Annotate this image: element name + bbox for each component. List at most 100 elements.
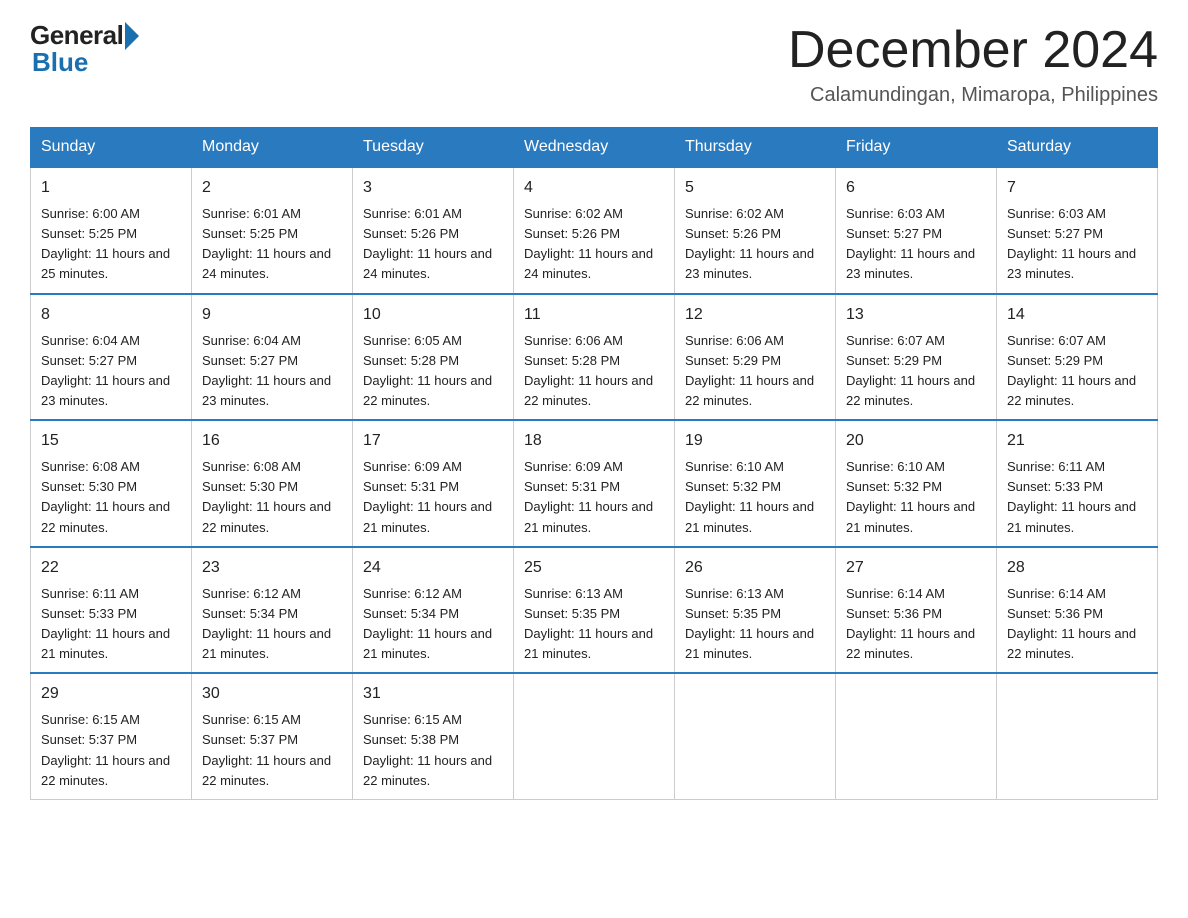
day-info: Sunrise: 6:10 AMSunset: 5:32 PMDaylight:…: [685, 459, 814, 534]
calendar-day-cell: 5 Sunrise: 6:02 AMSunset: 5:26 PMDayligh…: [675, 167, 836, 294]
calendar-table: SundayMondayTuesdayWednesdayThursdayFrid…: [30, 127, 1158, 800]
calendar-week-row: 22 Sunrise: 6:11 AMSunset: 5:33 PMDaylig…: [31, 547, 1158, 674]
calendar-day-cell: 6 Sunrise: 6:03 AMSunset: 5:27 PMDayligh…: [836, 167, 997, 294]
day-number: 12: [685, 303, 825, 327]
calendar-day-cell: 24 Sunrise: 6:12 AMSunset: 5:34 PMDaylig…: [353, 547, 514, 674]
calendar-day-cell: 10 Sunrise: 6:05 AMSunset: 5:28 PMDaylig…: [353, 294, 514, 421]
calendar-day-cell: 15 Sunrise: 6:08 AMSunset: 5:30 PMDaylig…: [31, 420, 192, 547]
calendar-day-cell: 8 Sunrise: 6:04 AMSunset: 5:27 PMDayligh…: [31, 294, 192, 421]
day-info: Sunrise: 6:13 AMSunset: 5:35 PMDaylight:…: [524, 586, 653, 661]
day-number: 28: [1007, 556, 1147, 580]
day-number: 23: [202, 556, 342, 580]
day-info: Sunrise: 6:13 AMSunset: 5:35 PMDaylight:…: [685, 586, 814, 661]
calendar-day-cell: 16 Sunrise: 6:08 AMSunset: 5:30 PMDaylig…: [192, 420, 353, 547]
day-info: Sunrise: 6:06 AMSunset: 5:29 PMDaylight:…: [685, 333, 814, 408]
weekday-header-tuesday: Tuesday: [353, 128, 514, 168]
day-info: Sunrise: 6:04 AMSunset: 5:27 PMDaylight:…: [202, 333, 331, 408]
day-info: Sunrise: 6:06 AMSunset: 5:28 PMDaylight:…: [524, 333, 653, 408]
day-number: 7: [1007, 176, 1147, 200]
calendar-empty-cell: [836, 673, 997, 799]
day-number: 18: [524, 429, 664, 453]
calendar-day-cell: 14 Sunrise: 6:07 AMSunset: 5:29 PMDaylig…: [997, 294, 1158, 421]
calendar-day-cell: 31 Sunrise: 6:15 AMSunset: 5:38 PMDaylig…: [353, 673, 514, 799]
calendar-day-cell: 9 Sunrise: 6:04 AMSunset: 5:27 PMDayligh…: [192, 294, 353, 421]
day-info: Sunrise: 6:07 AMSunset: 5:29 PMDaylight:…: [1007, 333, 1136, 408]
weekday-header-saturday: Saturday: [997, 128, 1158, 168]
day-info: Sunrise: 6:03 AMSunset: 5:27 PMDaylight:…: [846, 206, 975, 281]
day-number: 13: [846, 303, 986, 327]
day-info: Sunrise: 6:08 AMSunset: 5:30 PMDaylight:…: [202, 459, 331, 534]
day-number: 26: [685, 556, 825, 580]
day-number: 31: [363, 682, 503, 706]
logo: General Blue: [30, 20, 139, 78]
day-number: 11: [524, 303, 664, 327]
day-info: Sunrise: 6:07 AMSunset: 5:29 PMDaylight:…: [846, 333, 975, 408]
calendar-day-cell: 19 Sunrise: 6:10 AMSunset: 5:32 PMDaylig…: [675, 420, 836, 547]
calendar-day-cell: 26 Sunrise: 6:13 AMSunset: 5:35 PMDaylig…: [675, 547, 836, 674]
day-number: 10: [363, 303, 503, 327]
calendar-day-cell: 17 Sunrise: 6:09 AMSunset: 5:31 PMDaylig…: [353, 420, 514, 547]
day-number: 8: [41, 303, 181, 327]
calendar-week-row: 29 Sunrise: 6:15 AMSunset: 5:37 PMDaylig…: [31, 673, 1158, 799]
day-info: Sunrise: 6:15 AMSunset: 5:38 PMDaylight:…: [363, 712, 492, 787]
day-info: Sunrise: 6:00 AMSunset: 5:25 PMDaylight:…: [41, 206, 170, 281]
calendar-empty-cell: [675, 673, 836, 799]
logo-blue-text: Blue: [32, 47, 88, 78]
calendar-empty-cell: [514, 673, 675, 799]
logo-arrow-icon: [125, 22, 139, 50]
month-year-title: December 2024: [788, 20, 1158, 80]
day-number: 14: [1007, 303, 1147, 327]
weekday-header-monday: Monday: [192, 128, 353, 168]
calendar-day-cell: 3 Sunrise: 6:01 AMSunset: 5:26 PMDayligh…: [353, 167, 514, 294]
calendar-day-cell: 28 Sunrise: 6:14 AMSunset: 5:36 PMDaylig…: [997, 547, 1158, 674]
weekday-header-friday: Friday: [836, 128, 997, 168]
day-number: 22: [41, 556, 181, 580]
day-info: Sunrise: 6:01 AMSunset: 5:25 PMDaylight:…: [202, 206, 331, 281]
calendar-day-cell: 2 Sunrise: 6:01 AMSunset: 5:25 PMDayligh…: [192, 167, 353, 294]
page-header: General Blue December 2024 Calamundingan…: [30, 20, 1158, 107]
day-number: 9: [202, 303, 342, 327]
day-number: 21: [1007, 429, 1147, 453]
day-number: 24: [363, 556, 503, 580]
day-number: 30: [202, 682, 342, 706]
calendar-day-cell: 29 Sunrise: 6:15 AMSunset: 5:37 PMDaylig…: [31, 673, 192, 799]
calendar-day-cell: 30 Sunrise: 6:15 AMSunset: 5:37 PMDaylig…: [192, 673, 353, 799]
day-info: Sunrise: 6:14 AMSunset: 5:36 PMDaylight:…: [1007, 586, 1136, 661]
day-number: 15: [41, 429, 181, 453]
day-info: Sunrise: 6:11 AMSunset: 5:33 PMDaylight:…: [1007, 459, 1136, 534]
day-info: Sunrise: 6:10 AMSunset: 5:32 PMDaylight:…: [846, 459, 975, 534]
day-number: 27: [846, 556, 986, 580]
day-info: Sunrise: 6:01 AMSunset: 5:26 PMDaylight:…: [363, 206, 492, 281]
location-subtitle: Calamundingan, Mimaropa, Philippines: [788, 84, 1158, 107]
day-info: Sunrise: 6:15 AMSunset: 5:37 PMDaylight:…: [41, 712, 170, 787]
calendar-week-row: 15 Sunrise: 6:08 AMSunset: 5:30 PMDaylig…: [31, 420, 1158, 547]
day-info: Sunrise: 6:14 AMSunset: 5:36 PMDaylight:…: [846, 586, 975, 661]
calendar-day-cell: 25 Sunrise: 6:13 AMSunset: 5:35 PMDaylig…: [514, 547, 675, 674]
day-info: Sunrise: 6:15 AMSunset: 5:37 PMDaylight:…: [202, 712, 331, 787]
title-area: December 2024 Calamundingan, Mimaropa, P…: [788, 20, 1158, 107]
calendar-day-cell: 23 Sunrise: 6:12 AMSunset: 5:34 PMDaylig…: [192, 547, 353, 674]
day-number: 1: [41, 176, 181, 200]
day-number: 20: [846, 429, 986, 453]
day-number: 29: [41, 682, 181, 706]
day-info: Sunrise: 6:03 AMSunset: 5:27 PMDaylight:…: [1007, 206, 1136, 281]
day-number: 4: [524, 176, 664, 200]
weekday-header-wednesday: Wednesday: [514, 128, 675, 168]
calendar-day-cell: 21 Sunrise: 6:11 AMSunset: 5:33 PMDaylig…: [997, 420, 1158, 547]
calendar-header-row: SundayMondayTuesdayWednesdayThursdayFrid…: [31, 128, 1158, 168]
calendar-day-cell: 12 Sunrise: 6:06 AMSunset: 5:29 PMDaylig…: [675, 294, 836, 421]
day-number: 5: [685, 176, 825, 200]
day-info: Sunrise: 6:11 AMSunset: 5:33 PMDaylight:…: [41, 586, 170, 661]
calendar-day-cell: 22 Sunrise: 6:11 AMSunset: 5:33 PMDaylig…: [31, 547, 192, 674]
day-number: 16: [202, 429, 342, 453]
day-info: Sunrise: 6:09 AMSunset: 5:31 PMDaylight:…: [524, 459, 653, 534]
day-info: Sunrise: 6:04 AMSunset: 5:27 PMDaylight:…: [41, 333, 170, 408]
calendar-day-cell: 20 Sunrise: 6:10 AMSunset: 5:32 PMDaylig…: [836, 420, 997, 547]
calendar-day-cell: 18 Sunrise: 6:09 AMSunset: 5:31 PMDaylig…: [514, 420, 675, 547]
calendar-week-row: 8 Sunrise: 6:04 AMSunset: 5:27 PMDayligh…: [31, 294, 1158, 421]
day-info: Sunrise: 6:02 AMSunset: 5:26 PMDaylight:…: [524, 206, 653, 281]
calendar-day-cell: 7 Sunrise: 6:03 AMSunset: 5:27 PMDayligh…: [997, 167, 1158, 294]
calendar-week-row: 1 Sunrise: 6:00 AMSunset: 5:25 PMDayligh…: [31, 167, 1158, 294]
calendar-day-cell: 4 Sunrise: 6:02 AMSunset: 5:26 PMDayligh…: [514, 167, 675, 294]
calendar-day-cell: 11 Sunrise: 6:06 AMSunset: 5:28 PMDaylig…: [514, 294, 675, 421]
